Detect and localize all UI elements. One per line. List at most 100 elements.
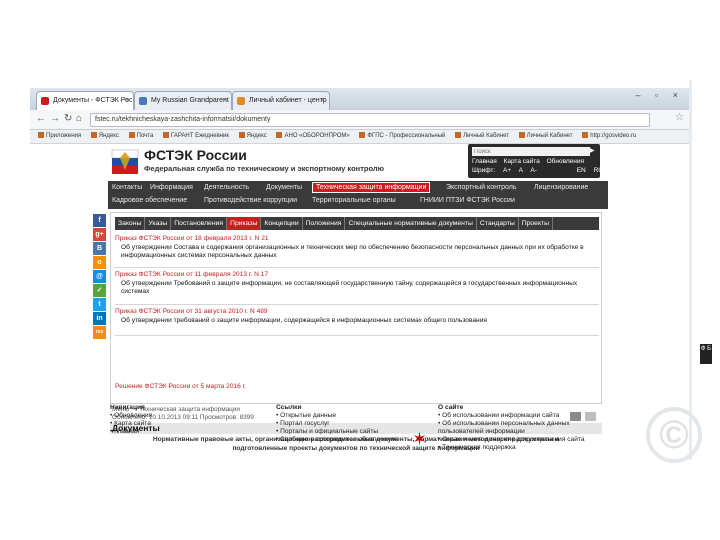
bookmark-item[interactable]: Приложения xyxy=(38,130,81,143)
content-panel: Законы Указы Постановления Приказы Концепции… xyxy=(110,212,602,404)
tab-grandparent[interactable]: My Russian Grandparent × xyxy=(134,91,232,110)
footer-link[interactable]: • Открытые данные xyxy=(276,412,398,420)
font-normal[interactable]: A xyxy=(519,167,523,174)
tab-laws[interactable]: Законы xyxy=(115,217,146,230)
tab-cabinet[interactable]: Личный кабинет - центр × xyxy=(232,91,330,110)
bookmark-item[interactable]: ФГПС - Профессиональный xyxy=(359,130,445,143)
linkedin-icon[interactable]: in xyxy=(93,312,106,325)
footer-link[interactable]: • Карта сайта xyxy=(110,420,152,428)
nav-documents[interactable]: Документы xyxy=(266,184,302,191)
font-smaller[interactable]: A- xyxy=(530,167,537,174)
footer-link[interactable]: • Об использовании персональных данных п… xyxy=(438,420,608,436)
share-icon[interactable]: ✓ xyxy=(93,284,106,297)
url-field[interactable]: fstec.ru/tekhnicheskaya-zashchita-inform… xyxy=(90,113,650,127)
footer-link[interactable]: • Порталы и официальные сайты xyxy=(276,428,398,436)
footer-link[interactable]: • Ограничение и запрет распространения с… xyxy=(438,436,608,444)
document-link[interactable]: Приказ ФСТЭК России от 18 февраля 2013 г… xyxy=(115,235,599,244)
footer-link[interactable]: • Об использовании информации сайта xyxy=(438,412,608,420)
tab-concepts[interactable]: Концепции xyxy=(261,217,303,230)
utility-links: Главная Карта сайта Обновления xyxy=(472,158,589,165)
tab-resolutions[interactable]: Постановления xyxy=(171,217,228,230)
google-plus-icon[interactable]: g+ xyxy=(93,228,106,241)
footer-link[interactable]: • Свободное программное обеспечение xyxy=(276,436,398,444)
facebook-icon[interactable]: f xyxy=(93,214,106,227)
tab-regulations[interactable]: Положения xyxy=(303,217,346,230)
emblem-icon[interactable] xyxy=(110,146,140,176)
footer-link[interactable]: • Портал госуслуг xyxy=(276,420,398,428)
main-navigation: Контакты Информация Деятельность Докумен… xyxy=(108,181,608,209)
footer-link[interactable]: • Главная xyxy=(110,428,152,436)
footer-link[interactable]: • Обновления xyxy=(110,412,152,420)
tab-strip: Документы - ФСТЭК Рос × My Russian Grand… xyxy=(30,88,690,110)
site-header: ФСТЭК России Федеральная служба по техни… xyxy=(108,144,604,180)
divider xyxy=(115,304,599,305)
bookmark-item[interactable]: Личный Кабинет xyxy=(518,130,573,143)
nav-licensing[interactable]: Лицензирование xyxy=(534,184,588,191)
bookmark-star-icon[interactable]: ☆ xyxy=(675,112,684,123)
search-go-icon[interactable]: ▶ xyxy=(590,148,596,155)
tab-standards[interactable]: Стандарты xyxy=(477,217,519,230)
document-description: Об утверждении Состава и содержания орга… xyxy=(121,243,584,260)
tab-decrees[interactable]: Указы xyxy=(145,217,172,230)
nav-technical-protection[interactable]: Техническая защита информации xyxy=(312,182,431,193)
search-input[interactable] xyxy=(472,147,590,156)
document-link[interactable]: Приказ ФСТЭК России от 31 августа 2010 г… xyxy=(115,308,599,317)
home-icon[interactable]: ⌂ xyxy=(76,113,82,124)
lang-ru[interactable]: RU xyxy=(594,167,603,174)
close-tab-icon[interactable]: × xyxy=(125,92,129,109)
tab-drafts[interactable]: Проекты xyxy=(519,217,554,230)
mailru-icon[interactable]: @ xyxy=(93,270,106,283)
bookmark-icon xyxy=(455,132,462,138)
tab-label: Личный кабинет - центр xyxy=(249,97,327,104)
site-title: ФСТЭК России xyxy=(144,147,247,163)
footer-heading: О сайте xyxy=(438,404,464,411)
font-bigger[interactable]: A+ xyxy=(503,167,511,174)
nav-staffing[interactable]: Кадровое обеспечение xyxy=(112,197,187,204)
tab-orders[interactable]: Приказы xyxy=(227,217,262,230)
tab-label: My Russian Grandparent xyxy=(151,97,229,104)
bookmark-icon xyxy=(238,132,245,138)
forward-icon[interactable]: → xyxy=(50,113,60,124)
footer-heading: Ссылки xyxy=(276,404,302,411)
bookmark-item[interactable]: Яндекс xyxy=(238,130,267,143)
vk-icon[interactable]: B xyxy=(93,242,106,255)
nav-contacts[interactable]: Контакты xyxy=(112,184,142,191)
bookmark-item[interactable]: Яндекс xyxy=(90,130,119,143)
bookmark-item[interactable]: ГАРАНТ Ежедневник xyxy=(162,130,229,143)
nav-export-control[interactable]: Экспортный контроль xyxy=(446,184,517,191)
window-controls[interactable]: – ▫ × xyxy=(636,90,684,100)
close-tab-icon[interactable]: × xyxy=(321,92,325,109)
nav-information[interactable]: Информация xyxy=(150,184,193,191)
lang-en[interactable]: EN xyxy=(577,167,586,174)
rss-icon[interactable]: rss xyxy=(93,326,106,339)
odnoklassniki-icon[interactable]: o xyxy=(93,256,106,269)
decision-link[interactable]: Решение ФСТЭК России от 5 марта 2016 г. xyxy=(115,383,246,390)
social-links: f g+ B o @ ✓ t in rss xyxy=(93,214,106,340)
footer-link[interactable]: • Техническая поддержка xyxy=(438,444,608,452)
bookmark-icon xyxy=(38,132,44,138)
bookmark-item[interactable]: Личный Кабинет xyxy=(455,130,509,143)
close-tab-icon[interactable]: × xyxy=(223,92,227,109)
link-sitemap[interactable]: Карта сайта xyxy=(504,158,540,165)
nav-territorial[interactable]: Территориальные органы xyxy=(312,197,396,204)
twitter-icon[interactable]: t xyxy=(93,298,106,311)
list-item: Приказ ФСТЭК России от 18 февраля 2013 г… xyxy=(115,235,599,261)
nav-activity[interactable]: Деятельность xyxy=(204,184,249,191)
tab-documents[interactable]: Документы - ФСТЭК Рос × xyxy=(36,91,134,110)
nav-anticorruption[interactable]: Противодействие коррупции xyxy=(204,197,297,204)
bookmark-icon xyxy=(582,132,589,138)
page-edge-decoration xyxy=(689,80,692,460)
bookmark-item[interactable]: Почта xyxy=(128,130,153,143)
nav-institute[interactable]: ГНИИИ ПТЗИ ФСТЭК России xyxy=(420,197,515,204)
divider xyxy=(115,335,599,336)
bookmark-item[interactable]: АНО «ОБОРОНПРОМ» xyxy=(276,130,350,143)
fstec-favicon-icon xyxy=(41,97,49,105)
reload-icon[interactable]: ↻ xyxy=(64,113,72,124)
document-link[interactable]: Приказ ФСТЭК России от 11 февраля 2013 г… xyxy=(115,271,599,280)
bookmark-item[interactable]: http://gosvideo.ru xyxy=(582,130,636,143)
tab-special-documents[interactable]: Специальные нормативные документы xyxy=(345,217,477,230)
category-tabs: Законы Указы Постановления Приказы Концепции… xyxy=(115,217,599,230)
back-icon[interactable]: ← xyxy=(36,113,46,124)
link-home[interactable]: Главная xyxy=(472,158,497,165)
link-updates[interactable]: Обновления xyxy=(547,158,584,165)
